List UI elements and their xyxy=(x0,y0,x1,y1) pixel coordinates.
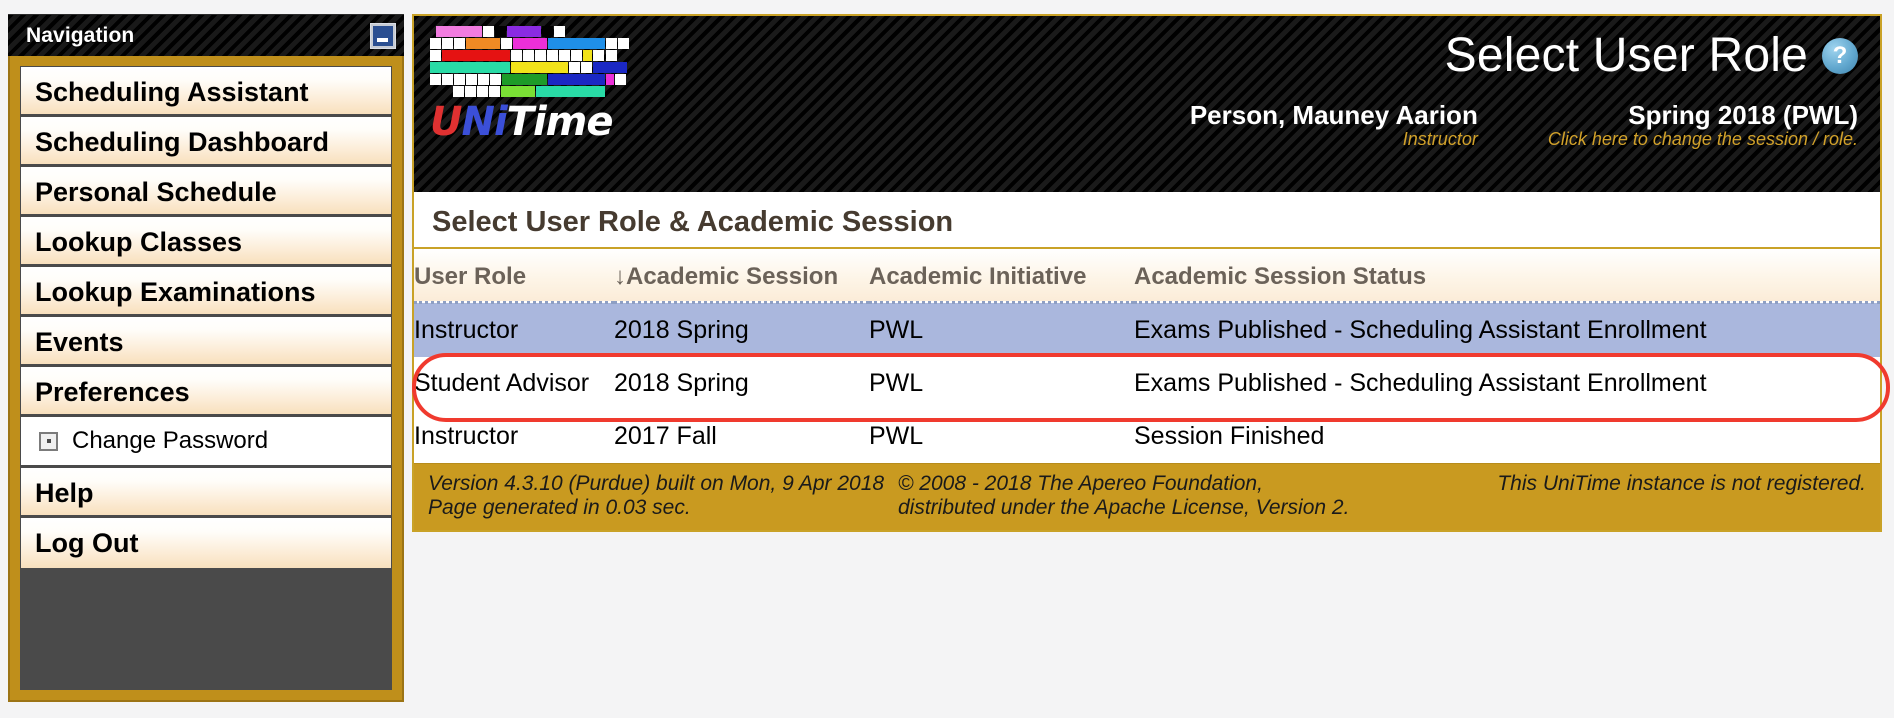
user-session-block: Person, Mauney Aarion Instructor Spring … xyxy=(1189,100,1858,150)
help-icon[interactable]: ? xyxy=(1822,37,1858,74)
logo-letter-time: Time xyxy=(506,99,614,145)
navigation-body: Scheduling Assistant Scheduling Dashboar… xyxy=(8,56,404,702)
content-area: Select User Role & Academic Session User… xyxy=(414,192,1880,531)
section-title: Select User Role & Academic Session xyxy=(414,192,1880,249)
footer-copyright: © 2008 - 2018 The Apereo Foundation, xyxy=(898,472,1263,495)
user-role-table: User Role ↓Academic Session Academic Ini… xyxy=(414,249,1880,463)
column-header-academic-session[interactable]: ↓Academic Session xyxy=(614,249,869,304)
bullet-square-icon xyxy=(39,431,58,451)
sidebar-subitem-label: Change Password xyxy=(72,427,269,454)
sidebar-item-personal-schedule[interactable]: Personal Schedule xyxy=(21,167,391,217)
user-info: Person, Mauney Aarion Instructor xyxy=(1189,100,1478,150)
column-header-academic-session-label: Academic Session xyxy=(626,263,839,290)
table-row[interactable]: Instructor 2018 Spring PWL Exams Publish… xyxy=(414,302,1880,357)
change-session-hint: Click here to change the session / role. xyxy=(1547,129,1858,150)
cell-academic-initiative: PWL xyxy=(869,410,1134,463)
footer-spacer xyxy=(1398,496,1866,520)
cell-academic-session-status: Session Finished xyxy=(1134,410,1880,463)
user-role-label: Instructor xyxy=(1402,129,1478,150)
sidebar-item-lookup-classes[interactable]: Lookup Classes xyxy=(21,217,391,267)
cell-academic-session: 2018 Spring xyxy=(614,357,869,410)
cell-user-role: Instructor xyxy=(414,302,614,357)
sidebar-item-preferences[interactable]: Preferences xyxy=(21,367,391,417)
sidebar-item-scheduling-dashboard[interactable]: Scheduling Dashboard xyxy=(21,117,391,167)
sidebar-item-change-password[interactable]: Change Password xyxy=(21,417,391,468)
user-name: Person, Mauney Aarion xyxy=(1189,100,1478,130)
footer-bar: Version 4.3.10 (Purdue) built on Mon, 9 … xyxy=(414,463,1880,531)
column-header-user-role[interactable]: User Role xyxy=(414,249,614,304)
sidebar-item-log-out[interactable]: Log Out xyxy=(21,518,391,568)
table-body: Instructor 2018 Spring PWL Exams Publish… xyxy=(414,302,1880,463)
current-session: Spring 2018 (PWL) xyxy=(1628,100,1858,130)
table-row[interactable]: Instructor 2017 Fall PWL Session Finishe… xyxy=(414,410,1880,463)
cell-academic-session: 2017 Fall xyxy=(614,410,869,463)
navigation-titlebar: Navigation xyxy=(8,14,404,56)
unitime-logo[interactable]: UNiTime xyxy=(430,26,630,142)
sidebar-item-lookup-examinations[interactable]: Lookup Examinations xyxy=(21,267,391,317)
sidebar-item-scheduling-assistant[interactable]: Scheduling Assistant xyxy=(21,67,391,117)
column-header-academic-session-status[interactable]: Academic Session Status xyxy=(1134,249,1880,304)
unitime-wordmark: UNiTime xyxy=(430,102,630,142)
sidebar-item-events[interactable]: Events xyxy=(21,317,391,367)
page-title: Select User Role xyxy=(1444,29,1808,82)
cell-academic-session-status: Exams Published - Scheduling Assistant E… xyxy=(1134,357,1880,410)
table-header: User Role ↓Academic Session Academic Ini… xyxy=(414,249,1880,304)
table-header-row: User Role ↓Academic Session Academic Ini… xyxy=(414,249,1880,304)
table-row[interactable]: Student Advisor 2018 Spring PWL Exams Pu… xyxy=(414,357,1880,410)
cell-user-role: Student Advisor xyxy=(414,357,614,410)
navigation-menu: Scheduling Assistant Scheduling Dashboar… xyxy=(20,66,392,690)
footer-line-2: Page generated in 0.03 sec. distributed … xyxy=(428,496,1866,520)
cell-academic-initiative: PWL xyxy=(869,357,1134,410)
cell-academic-session-status: Exams Published - Scheduling Assistant E… xyxy=(1134,302,1880,357)
minimize-icon[interactable] xyxy=(370,22,396,49)
unitime-logo-mosaic xyxy=(430,26,629,97)
cell-academic-initiative: PWL xyxy=(869,302,1134,357)
footer-license: distributed under the Apache License, Ve… xyxy=(898,496,1350,520)
logo-letter-u: U xyxy=(430,99,463,145)
footer-line-1: Version 4.3.10 (Purdue) built on Mon, 9 … xyxy=(428,472,1866,496)
footer-registration: This UniTime instance is not registered. xyxy=(1497,472,1866,495)
page-title-group: Select User Role ? xyxy=(1445,28,1858,83)
footer-version: Version 4.3.10 (Purdue) built on Mon, 9 … xyxy=(428,472,885,495)
app-header-banner: UNiTime Select User Role ? Person, Maune… xyxy=(414,16,1880,192)
navigation-panel: Navigation Scheduling Assistant Scheduli… xyxy=(8,14,404,702)
main-content: UNiTime Select User Role ? Person, Maune… xyxy=(412,14,1882,533)
footer-page-generated: Page generated in 0.03 sec. xyxy=(428,496,691,520)
cell-user-role: Instructor xyxy=(414,410,614,463)
logo-letter-ni: Ni xyxy=(461,99,507,145)
sort-descending-icon: ↓ xyxy=(614,263,626,290)
academic-session-switcher[interactable]: Spring 2018 (PWL) Click here to change t… xyxy=(1547,100,1858,150)
sidebar-item-help[interactable]: Help xyxy=(21,468,391,518)
app-root: Navigation Scheduling Assistant Scheduli… xyxy=(0,0,1894,718)
column-header-academic-initiative[interactable]: Academic Initiative xyxy=(869,249,1134,304)
navigation-title: Navigation xyxy=(26,23,135,47)
cell-academic-session: 2018 Spring xyxy=(614,302,869,357)
